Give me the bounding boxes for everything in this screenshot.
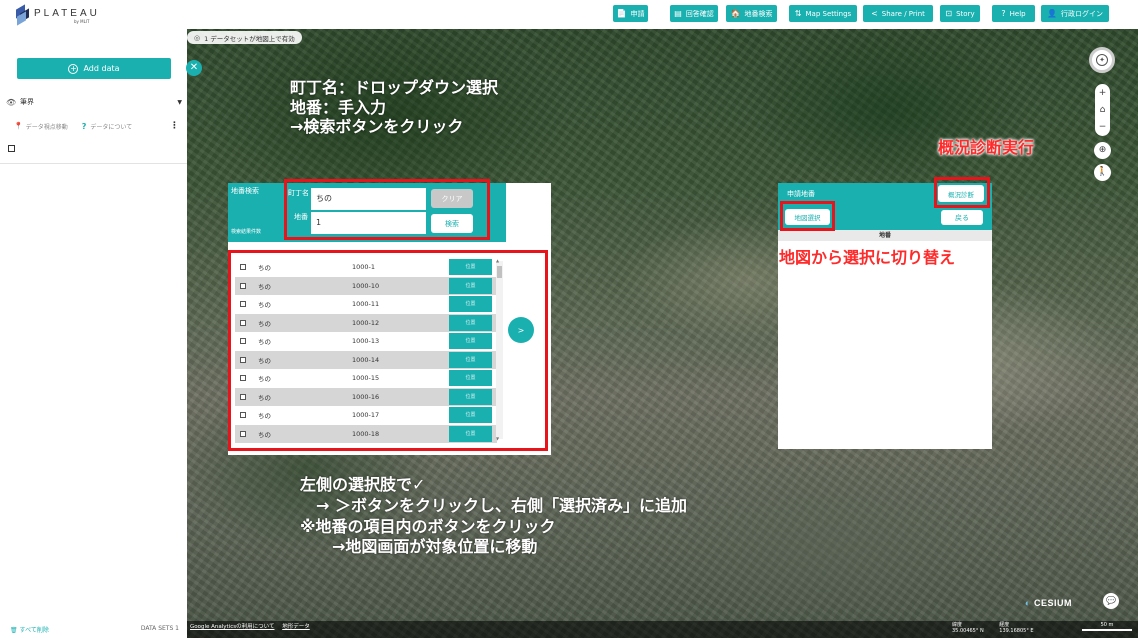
topbar-button-icon: 🏠 (730, 9, 741, 18)
annotation-line: → ＞ボタンをクリックし、右側「選択済み」に追加 (300, 495, 687, 515)
topbar-button[interactable]: ⊡ Story (940, 5, 980, 22)
coordinate-readout: 緯度 35.00465° N 経度 139.16805° E (952, 622, 1048, 634)
annotation-line: 町丁名：ドロップダウン選択 (290, 78, 499, 97)
remove-all-label: すべて削除 (19, 627, 49, 634)
scale-bar-line (1082, 629, 1132, 631)
compass-icon: ✦ (1096, 54, 1108, 66)
annotation-line: 左側の選択肢で✓ (300, 475, 426, 494)
annotation-line: →地図画面が対象位置に移動 (300, 537, 538, 557)
topbar-button-icon: ⊡ (945, 9, 953, 18)
results-count-label: 検索結果件数 (231, 229, 262, 235)
add-data-button[interactable]: + Add data (17, 58, 171, 79)
highlight-results (228, 250, 548, 451)
topbar-button-label: 回答確認 (685, 9, 714, 18)
analytics-link[interactable]: Google Analyticsの利用について (190, 624, 274, 630)
highlight-map-select (780, 201, 835, 231)
topbar-button[interactable]: 📄 申請 (613, 5, 648, 22)
topbar-button[interactable]: < Share / Print (863, 5, 933, 22)
dataset-count: DATA SETS 1 (140, 625, 179, 632)
caret-down-icon[interactable]: ▼ (177, 99, 182, 106)
topbar-button-icon: 📄 (616, 9, 627, 18)
workbench-list: + Add data 👁 筆界 ▼ 📍 データ視点移動 ? データについて ⋮ (0, 29, 187, 164)
pedestrian-icon[interactable]: 🚶 (1094, 164, 1111, 181)
selected-column-header: 地番 (778, 230, 992, 241)
feedback-icon[interactable]: 💬 (1103, 593, 1119, 609)
topbar-button[interactable]: 🏠 地番検索 (726, 5, 777, 22)
lat-value: 35.00465° N (952, 628, 984, 634)
annotation-top-left: 町丁名：ドロップダウン選択 地番：手入力 →検索ボタンをクリック (290, 78, 498, 137)
search-dialog-title: 地番検索 (231, 187, 259, 195)
question-icon: ? (81, 121, 87, 131)
layer-item[interactable]: 👁 筆界 ▼ (6, 96, 182, 108)
workbench-footer: 🗑 すべて削除 DATA SETS 1 (0, 625, 187, 638)
cesium-label: CESIUM (1033, 598, 1072, 608)
eye-icon[interactable]: 👁 (6, 98, 20, 107)
plus-icon: + (68, 63, 79, 74)
topbar-button-label: Story (956, 9, 975, 18)
topbar-button-icon: 👤 (1047, 9, 1057, 18)
highlight-search-form (284, 179, 490, 240)
dataset-status-pill[interactable]: ◎ 1 データセットが地図上で有効 (187, 31, 302, 44)
scale-bar: 50 m (1082, 622, 1132, 631)
home-icon[interactable]: ⌂ (1100, 105, 1106, 115)
annotation-line: →検索ボタンをクリック (290, 117, 464, 137)
topbar-button-label: 行政ログイン (1060, 9, 1103, 18)
compass-control[interactable]: ✦ (1089, 47, 1115, 73)
layers-icon: ◎ (194, 33, 201, 42)
plateau-logo[interactable]: PLATEAU by MLIT (16, 4, 100, 26)
topbar-button-icon: ? (1001, 9, 1006, 18)
top-bar: PLATEAU by MLIT 📄 申請 ▤ 回答確認 🏠 地番検索 ⇅ Map Settin… (0, 0, 1138, 29)
location-pin-icon: 📍 (14, 122, 23, 130)
topbar-button-label: 地番検索 (744, 9, 773, 18)
topbar-button[interactable]: ▤ 回答確認 (670, 5, 718, 22)
scale-label: 50 m (1100, 622, 1114, 628)
annotation-middle-right: 地図から選択に切り替え (779, 248, 956, 267)
layer-actions: 📍 データ視点移動 ? データについて ⋮ (14, 121, 179, 131)
cesium-logo: ◐ CESIUM (1025, 598, 1072, 608)
topbar-button-label: 申請 (630, 9, 645, 18)
topbar-button[interactable]: ? Help (992, 5, 1035, 22)
topbar-button[interactable]: ⇅ Map Settings (789, 5, 857, 22)
remove-all-button[interactable]: 🗑 すべて削除 (10, 625, 49, 634)
back-button[interactable]: 戻る (941, 210, 983, 225)
map-credit-bar: Google Analyticsの利用について 地形データ 緯度 35.00465… (187, 621, 1138, 638)
topbar-button-icon: ⇅ (794, 9, 802, 18)
layer-name: 筆界 (20, 98, 34, 106)
annotation-line: ※地番の項目内のボタンをクリック (300, 516, 556, 536)
topbar-button-icon: < (871, 9, 878, 18)
topbar-button-icon: ▤ (674, 9, 682, 18)
add-data-label: Add data (83, 64, 120, 73)
dataset-status-label: 1 データセットが地図上で有効 (204, 34, 295, 43)
app-subtitle: by MLIT (74, 19, 90, 24)
highlight-diagnose (934, 177, 990, 208)
zoom-control: + ⌂ − (1095, 84, 1110, 136)
zoom-out-icon[interactable]: − (1099, 122, 1107, 132)
my-location-icon[interactable]: ⊕ (1094, 142, 1111, 159)
data-locate-button[interactable]: データ視点移動 (26, 122, 68, 131)
terrain-data-link[interactable]: 地形データ (282, 624, 310, 630)
data-about-button[interactable]: データについて (90, 122, 132, 131)
zoom-in-icon[interactable]: + (1099, 88, 1107, 98)
annotation-top-right: 概況診断実行 (938, 138, 1035, 157)
credit-links: Google Analyticsの利用について 地形データ (190, 622, 316, 630)
more-options-icon[interactable]: ⋮ (170, 121, 179, 131)
workbench-panel: + Add data 👁 筆界 ▼ 📍 データ視点移動 ? データについて ⋮ … (0, 29, 187, 638)
annotation-bottom: 左側の選択肢で✓ → ＞ボタンをクリックし、右側「選択済み」に追加 ※地番の項目… (300, 475, 687, 558)
topbar-button-label: Map Settings (805, 9, 852, 18)
topbar-button[interactable]: 👤 行政ログイン (1041, 5, 1109, 22)
lon-value: 139.16805° E (999, 628, 1034, 634)
annotation-line: 地番：手入力 (290, 97, 387, 117)
app-title: PLATEAU (34, 8, 100, 19)
layer-checkbox[interactable] (8, 145, 15, 152)
close-panel-icon[interactable]: ✕ (186, 60, 202, 76)
topbar-button-label: Help (1009, 9, 1026, 18)
selected-panel-title: 申請地番 (787, 190, 815, 198)
plateau-logo-icon (16, 4, 29, 26)
topbar-button-label: Share / Print (881, 9, 925, 18)
